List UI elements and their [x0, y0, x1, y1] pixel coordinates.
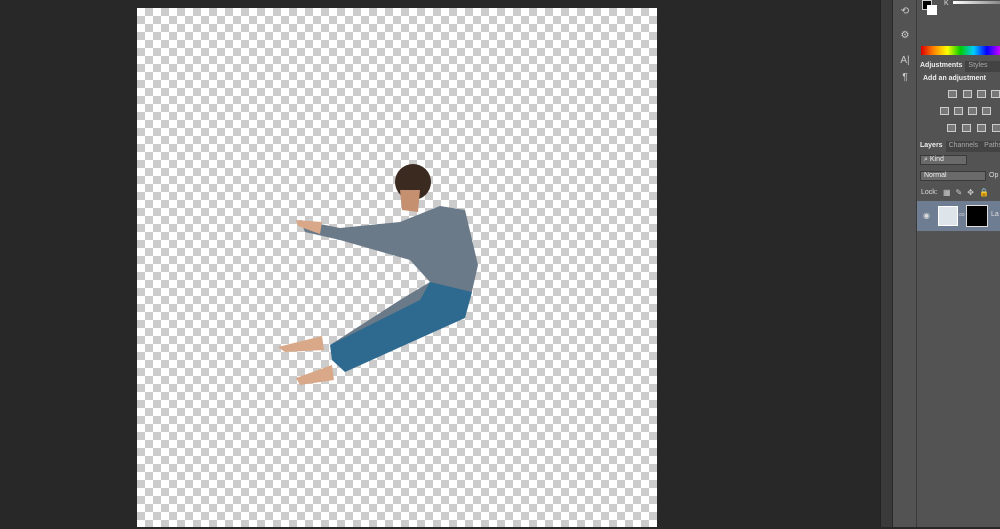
filter-kind-value: Kind [929, 156, 944, 163]
visibility-eye-icon[interactable]: ◉ [923, 211, 930, 220]
vertical-scrollbar[interactable] [880, 0, 892, 527]
invert-icon[interactable] [947, 124, 956, 132]
layer-name: La [991, 211, 999, 218]
tab-adjustments[interactable]: Adjustments [917, 61, 966, 72]
adjustments-heading: Add an adjustment [923, 75, 987, 82]
tab-channels[interactable]: Channels [946, 141, 982, 152]
exposure-icon[interactable] [991, 90, 1000, 98]
blend-mode-value: Normal [924, 172, 947, 179]
collapsed-panel-dock: ⟲ ⚙ A| ¶ [893, 0, 917, 527]
brightness-icon[interactable] [948, 90, 957, 98]
k-slider[interactable] [953, 1, 1000, 4]
document-canvas[interactable] [137, 8, 657, 527]
gradient-map-icon[interactable] [992, 124, 1000, 132]
curves-icon[interactable] [977, 90, 986, 98]
levels-icon[interactable] [963, 90, 972, 98]
blend-mode-select[interactable]: Normal [920, 171, 986, 181]
photo-filter-icon[interactable] [982, 107, 991, 115]
posterize-icon[interactable] [962, 124, 971, 132]
channel-label: K [944, 0, 949, 7]
layers-tabs: Layers Channels Paths [917, 141, 1000, 152]
tab-paths[interactable]: Paths [981, 141, 1000, 152]
character-icon[interactable]: A| [898, 55, 912, 66]
black-white-icon[interactable] [968, 107, 977, 115]
opacity-label: Op [989, 172, 999, 179]
lock-label: Lock: [921, 189, 938, 196]
tab-layers[interactable]: Layers [917, 141, 946, 152]
paragraph-icon[interactable]: ¶ [898, 72, 912, 83]
jumping-man-image [278, 164, 478, 385]
vibrance-icon[interactable] [940, 107, 949, 115]
right-panel: K Adjustments Styles Add an adjustment L… [917, 0, 1000, 527]
lock-icons[interactable]: ▦✎✥🔒 [943, 188, 994, 197]
layer-mask-thumbnail[interactable] [966, 205, 988, 227]
layer-row[interactable]: ◉ ∞ La [917, 201, 1000, 231]
layer-thumbnail[interactable] [938, 206, 958, 226]
adjustments-tabs: Adjustments Styles [917, 61, 1000, 72]
threshold-icon[interactable] [977, 124, 986, 132]
filter-kind-select[interactable]: ⌕ Kind [920, 155, 967, 165]
background-color-swatch[interactable] [927, 5, 937, 15]
history-icon[interactable]: ⟲ [898, 6, 912, 17]
color-spectrum[interactable] [921, 46, 1000, 55]
color-balance-icon[interactable] [954, 107, 963, 115]
tab-styles[interactable]: Styles [965, 61, 990, 72]
link-icon[interactable]: ∞ [959, 210, 965, 219]
properties-icon[interactable]: ⚙ [898, 30, 912, 41]
